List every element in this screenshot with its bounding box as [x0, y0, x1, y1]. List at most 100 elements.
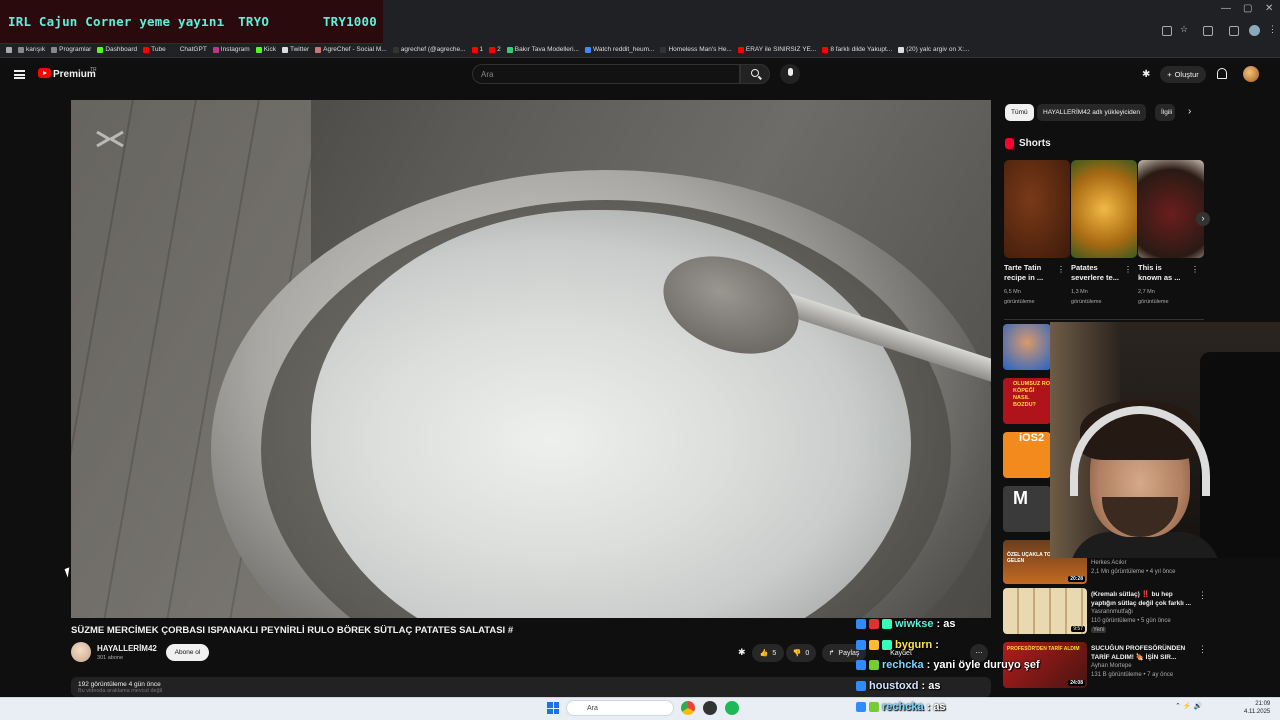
bookmark-5[interactable]: Instagram: [212, 46, 250, 53]
recommendation-thumbnail[interactable]: M: [1003, 486, 1051, 532]
capcut-watermark-icon: [96, 130, 124, 148]
shorts-next-icon[interactable]: ›: [1196, 212, 1210, 226]
bookmark-16[interactable]: 8 farklı dilde Yakupt...: [822, 46, 892, 53]
description-box[interactable]: 192 görüntüleme 4 gün önce Bu videoda ar…: [71, 677, 991, 697]
minimize-icon[interactable]: —: [1221, 3, 1231, 14]
chat-badge-icon: [856, 660, 866, 670]
create-button[interactable]: + Oluştur: [1160, 66, 1206, 83]
stream-title-overlay: IRL Cajun Corner yeme yayını TRYO TRY100…: [0, 0, 383, 44]
short-views: 2,7 Mn görüntüleme: [1138, 289, 1169, 305]
bookmark-2[interactable]: Dashboard: [97, 46, 137, 53]
chevron-right-icon[interactable]: ›: [1188, 106, 1191, 117]
taskbar-search-input[interactable]: Ara: [566, 700, 674, 716]
bookmark-4[interactable]: ChatGPT: [171, 46, 207, 53]
search-input[interactable]: Ara: [472, 64, 740, 84]
chat-badge-icon: [869, 702, 879, 712]
chat-badge-icon: [856, 702, 866, 712]
bookmark-8[interactable]: AgreChef - Social M...: [315, 46, 387, 53]
bookmark-13[interactable]: Watch reddit_heum...: [584, 46, 654, 53]
chip-uploader[interactable]: HAYALLERİM42 adlı yükleyiciden: [1037, 104, 1146, 121]
share-icon: ↱: [828, 650, 835, 657]
tray-icons[interactable]: ⌃ ⚡ 🔊: [1175, 702, 1202, 710]
short-views: 1,3 Mn görüntüleme: [1071, 289, 1102, 305]
chat-message: rechcka: as: [856, 701, 946, 713]
recommendation-thumbnail[interactable]: 9:57: [1003, 588, 1087, 634]
recommendation-meta: Herkes Acıkır 2,1 Mn görüntüleme • 4 yıl…: [1091, 560, 1176, 575]
channel-name[interactable]: HAYALLERİM42: [97, 644, 157, 653]
views-and-date: 192 görüntüleme 4 gün önce: [78, 681, 161, 688]
chat-badge-icon: [856, 681, 866, 691]
kebab-menu-icon[interactable]: ⋮: [1191, 265, 1199, 274]
description-text: Bu videoda araklama mevcut değil: [78, 688, 163, 694]
recommendation-thumbnail[interactable]: iOS2: [1003, 432, 1051, 478]
taskbar-clock[interactable]: 21:09 4.11.2025: [1244, 700, 1270, 716]
more-icon[interactable]: ⋮: [1268, 24, 1277, 35]
plus-icon: +: [1167, 70, 1172, 79]
short-title[interactable]: This is known as ...: [1138, 263, 1181, 283]
bookmark-10[interactable]: 1: [471, 46, 483, 53]
subscriber-count: 301 abone: [97, 655, 123, 661]
bookmark-3[interactable]: Tube: [143, 46, 166, 53]
stream-title: IRL Cajun Corner yeme yayını: [8, 14, 225, 29]
kebab-menu-icon[interactable]: ⋮: [1124, 265, 1132, 274]
bookmark-9[interactable]: agrechef (@agreche...: [392, 46, 466, 53]
chat-message: rechcka: yani öyle duruyo şef: [856, 659, 1040, 671]
search-icon: [751, 69, 759, 77]
kebab-menu-icon[interactable]: ⋮: [1198, 590, 1207, 601]
close-icon[interactable]: ✕: [1265, 3, 1273, 14]
browser-titlebar: [383, 0, 1280, 22]
thumbs-up-icon: 👍: [759, 650, 769, 657]
short-title[interactable]: Tarte Tatin recipe in ...: [1004, 263, 1043, 283]
bookmark-7[interactable]: Twitter: [281, 46, 309, 53]
recommendation-thumbnail[interactable]: [1003, 324, 1051, 370]
short-thumbnail[interactable]: [1071, 160, 1137, 258]
spotify-icon[interactable]: [725, 701, 739, 715]
settings-gear-icon[interactable]: ✱: [1142, 69, 1150, 80]
chat-badge-icon: [856, 640, 866, 650]
bookmark-17[interactable]: (20) yalc argiv on X:...: [898, 46, 969, 53]
account-avatar[interactable]: [1243, 66, 1259, 82]
apps-icon[interactable]: [6, 46, 12, 53]
bookmark-11[interactable]: 2: [489, 46, 501, 53]
video-player[interactable]: [71, 100, 991, 618]
chat-message: bygurn:: [856, 639, 939, 651]
short-title[interactable]: Patates severlere te...: [1071, 263, 1119, 283]
short-thumbnail[interactable]: [1004, 160, 1070, 258]
app-icon[interactable]: [703, 701, 717, 715]
bookmark-1[interactable]: Programlar: [51, 46, 91, 53]
kebab-menu-icon[interactable]: ⋮: [1198, 644, 1207, 655]
chat-badge-icon: [882, 640, 892, 650]
chip-related[interactable]: İlgili: [1155, 104, 1175, 121]
channel-avatar[interactable]: [71, 642, 91, 662]
recommendation-info[interactable]: (Kremalı sütlaç) ‼️ bu hep yaptığın sütl…: [1091, 590, 1195, 635]
cast-icon[interactable]: [1162, 26, 1172, 36]
like-button[interactable]: 👍 5: [752, 644, 784, 662]
microphone-icon[interactable]: [780, 64, 800, 84]
dislike-button[interactable]: 👎 0: [786, 644, 816, 662]
subscribe-button[interactable]: Abone ol: [166, 644, 209, 661]
webcam-overlay: [1050, 322, 1280, 558]
gear-icon[interactable]: ✱: [738, 647, 746, 658]
maximize-icon[interactable]: ▢: [1243, 3, 1252, 14]
chip-all[interactable]: Tümü: [1005, 104, 1034, 121]
bookmark-6[interactable]: Kick: [255, 46, 276, 53]
windows-start-icon[interactable]: [547, 702, 559, 714]
search-button[interactable]: [740, 64, 770, 84]
hamburger-menu-icon[interactable]: [14, 70, 25, 79]
sidebar-icon[interactable]: [1229, 26, 1239, 36]
bookmark-0[interactable]: karışık: [18, 46, 45, 53]
profile-icon[interactable]: [1249, 25, 1260, 36]
bookmark-15[interactable]: ERAY ile SINIRSIZ YE...: [737, 46, 816, 53]
recommendation-thumbnail[interactable]: OLUMSUZ RO KÖPEĞİ NASIL BOZDU?: [1003, 378, 1051, 424]
short-thumbnail[interactable]: [1138, 160, 1204, 258]
recommendation-info[interactable]: SUCUĞUN PROFESÖRÜNDEN TARİF ALDIM! 🍖 İŞİ…: [1091, 644, 1195, 680]
youtube-logo-icon[interactable]: [38, 68, 51, 78]
kebab-menu-icon[interactable]: ⋮: [1057, 265, 1065, 274]
chrome-icon[interactable]: [681, 701, 695, 715]
notifications-bell-icon[interactable]: [1217, 68, 1227, 79]
extensions-icon[interactable]: [1203, 26, 1213, 36]
star-icon[interactable]: ☆: [1180, 24, 1188, 35]
bookmark-12[interactable]: Bakır Tava Modelleri...: [506, 46, 579, 53]
stream-code-1: TRYO: [238, 14, 270, 29]
bookmark-14[interactable]: Homeless Man's He...: [660, 46, 732, 53]
